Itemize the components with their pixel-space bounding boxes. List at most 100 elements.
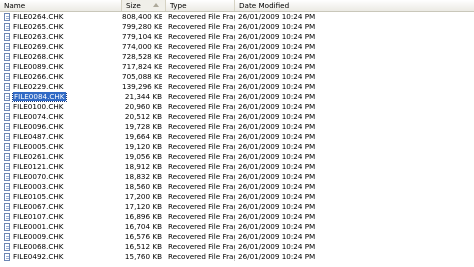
file-row[interactable]: FILE0005.CHK 19,120 KB Recovered File Frag… xyxy=(0,142,474,152)
file-icon-cell xyxy=(4,213,12,221)
file-name: FILE0009.CHK xyxy=(13,232,64,241)
chk-file-icon xyxy=(4,103,10,111)
file-name-cell[interactable]: FILE0005.CHK xyxy=(12,142,123,152)
file-icon-cell xyxy=(4,133,12,141)
file-icon-cell xyxy=(4,223,12,231)
file-date-modified: 26/01/2009 10:24 PM xyxy=(238,12,316,21)
file-row[interactable]: FILE0009.CHK 16,576 KB Recovered File Frag… xyxy=(0,232,474,242)
file-type: Recovered File Frag... xyxy=(168,82,235,91)
chk-file-icon xyxy=(4,13,10,21)
chk-file-icon xyxy=(4,83,10,91)
file-row[interactable]: FILE0105.CHK 17,200 KB Recovered File Frag… xyxy=(0,192,474,202)
file-name: FILE0268.CHK xyxy=(13,52,64,61)
file-type: Recovered File Frag... xyxy=(168,202,235,211)
file-row[interactable]: FILE0229.CHK 139,296 KB Recovered File Fra… xyxy=(0,82,474,92)
chk-file-icon xyxy=(4,243,10,251)
file-type: Recovered File Frag... xyxy=(168,252,235,261)
file-name-cell[interactable]: FILE0105.CHK xyxy=(12,192,123,202)
file-icon-cell xyxy=(4,123,12,131)
file-row[interactable]: FILE0070.CHK 18,832 KB Recovered File Frag… xyxy=(0,172,474,182)
file-row[interactable]: FILE0268.CHK 728,528 KB Recovered File Fra… xyxy=(0,52,474,62)
file-size: 774,000 KB xyxy=(122,42,162,51)
file-row[interactable]: FILE0003.CHK 18,560 KB Recovered File Frag… xyxy=(0,182,474,192)
file-name-cell[interactable]: FILE0068.CHK xyxy=(12,242,123,252)
file-type: Recovered File Frag... xyxy=(168,212,235,221)
file-date-modified: 26/01/2009 10:24 PM xyxy=(238,132,316,141)
file-type: Recovered File Frag... xyxy=(168,242,235,251)
file-name-cell[interactable]: FILE0264.CHK xyxy=(12,12,123,22)
file-size: 17,120 KB xyxy=(124,202,162,211)
file-date-modified: 26/01/2009 10:24 PM xyxy=(238,222,316,231)
file-row[interactable]: FILE0067.CHK 17,120 KB Recovered File Frag… xyxy=(0,202,474,212)
file-size: 16,704 KB xyxy=(124,222,162,231)
file-name: FILE0263.CHK xyxy=(13,32,64,41)
column-header-size-label: Size xyxy=(126,1,141,10)
file-name-cell[interactable]: FILE0487.CHK xyxy=(12,132,123,142)
file-icon-cell xyxy=(4,153,12,161)
file-type: Recovered File Frag... xyxy=(168,142,235,151)
file-name-cell[interactable]: FILE0107.CHK xyxy=(12,212,123,222)
file-row[interactable]: FILE0084.CHK 21,344 KB Recovered File Frag… xyxy=(0,92,474,102)
column-header-date-modified[interactable]: Date Modified xyxy=(235,0,474,11)
file-name: FILE0084.CHK xyxy=(12,92,67,102)
file-name-cell[interactable]: FILE0100.CHK xyxy=(12,102,123,112)
file-size: 705,088 KB xyxy=(122,72,162,81)
file-row[interactable]: FILE0264.CHK 808,400 KB Recovered File Fra… xyxy=(0,12,474,22)
file-name-cell[interactable]: FILE0266.CHK xyxy=(12,72,123,82)
file-name-cell[interactable]: FILE0074.CHK xyxy=(12,112,123,122)
column-header-name[interactable]: Name xyxy=(0,0,122,11)
file-name-cell[interactable]: FILE0084.CHK xyxy=(12,92,123,102)
file-date-modified: 26/01/2009 10:24 PM xyxy=(238,232,316,241)
file-row[interactable]: FILE0096.CHK 19,728 KB Recovered File Frag… xyxy=(0,122,474,132)
file-icon-cell xyxy=(4,103,12,111)
file-name-cell[interactable]: FILE0269.CHK xyxy=(12,42,123,52)
file-row[interactable]: FILE0266.CHK 705,088 KB Recovered File Fra… xyxy=(0,72,474,82)
file-name-cell[interactable]: FILE0263.CHK xyxy=(12,32,123,42)
file-row[interactable]: FILE0492.CHK 15,760 KB Recovered File Frag… xyxy=(0,252,474,262)
file-name: FILE0229.CHK xyxy=(13,82,64,91)
file-row[interactable]: FILE0487.CHK 19,664 KB Recovered File Frag… xyxy=(0,132,474,142)
file-name: FILE0005.CHK xyxy=(13,142,64,151)
column-header-size[interactable]: Size xyxy=(122,0,166,11)
file-row[interactable]: FILE0269.CHK 774,000 KB Recovered File Fra… xyxy=(0,42,474,52)
file-row[interactable]: FILE0263.CHK 779,104 KB Recovered File Fra… xyxy=(0,32,474,42)
file-name-cell[interactable]: FILE0001.CHK xyxy=(12,222,123,232)
file-name: FILE0100.CHK xyxy=(13,102,64,111)
file-row[interactable]: FILE0100.CHK 20,960 KB Recovered File Frag… xyxy=(0,102,474,112)
chk-file-icon xyxy=(4,163,10,171)
file-date-modified: 26/01/2009 10:24 PM xyxy=(238,122,316,131)
file-name-cell[interactable]: FILE0070.CHK xyxy=(12,172,123,182)
file-date-modified: 26/01/2009 10:24 PM xyxy=(238,32,316,41)
file-name-cell[interactable]: FILE0492.CHK xyxy=(12,252,123,262)
file-date-modified: 26/01/2009 10:24 PM xyxy=(238,22,316,31)
file-name-cell[interactable]: FILE0089.CHK xyxy=(12,62,123,72)
file-icon-cell xyxy=(4,113,12,121)
file-name: FILE0264.CHK xyxy=(13,12,64,21)
file-size: 139,296 KB xyxy=(122,82,162,91)
file-name-cell[interactable]: FILE0265.CHK xyxy=(12,22,123,32)
chk-file-icon xyxy=(4,43,10,51)
file-row[interactable]: FILE0121.CHK 18,912 KB Recovered File Frag… xyxy=(0,162,474,172)
file-date-modified: 26/01/2009 10:24 PM xyxy=(238,52,316,61)
file-name-cell[interactable]: FILE0067.CHK xyxy=(12,202,123,212)
file-date-modified: 26/01/2009 10:24 PM xyxy=(238,42,316,51)
file-row[interactable]: FILE0074.CHK 20,512 KB Recovered File Frag… xyxy=(0,112,474,122)
file-type: Recovered File Frag... xyxy=(168,222,235,231)
file-row[interactable]: FILE0001.CHK 16,704 KB Recovered File Frag… xyxy=(0,222,474,232)
file-name-cell[interactable]: FILE0229.CHK xyxy=(12,82,123,92)
file-row[interactable]: FILE0107.CHK 16,896 KB Recovered File Frag… xyxy=(0,212,474,222)
file-icon-cell xyxy=(4,163,12,171)
file-name-cell[interactable]: FILE0261.CHK xyxy=(12,152,123,162)
file-row[interactable]: FILE0089.CHK 717,824 KB Recovered File Fra… xyxy=(0,62,474,72)
file-name-cell[interactable]: FILE0009.CHK xyxy=(12,232,123,242)
file-name: FILE0067.CHK xyxy=(13,202,64,211)
file-name-cell[interactable]: FILE0096.CHK xyxy=(12,122,123,132)
file-name-cell[interactable]: FILE0003.CHK xyxy=(12,182,123,192)
file-row[interactable]: FILE0265.CHK 799,280 KB Recovered File Fra… xyxy=(0,22,474,32)
file-name-cell[interactable]: FILE0268.CHK xyxy=(12,52,123,62)
file-type: Recovered File Frag... xyxy=(168,112,235,121)
file-row[interactable]: FILE0068.CHK 16,512 KB Recovered File Frag… xyxy=(0,242,474,252)
file-row[interactable]: FILE0261.CHK 19,056 KB Recovered File Frag… xyxy=(0,152,474,162)
file-name-cell[interactable]: FILE0121.CHK xyxy=(12,162,123,172)
column-header-type[interactable]: Type xyxy=(166,0,235,11)
